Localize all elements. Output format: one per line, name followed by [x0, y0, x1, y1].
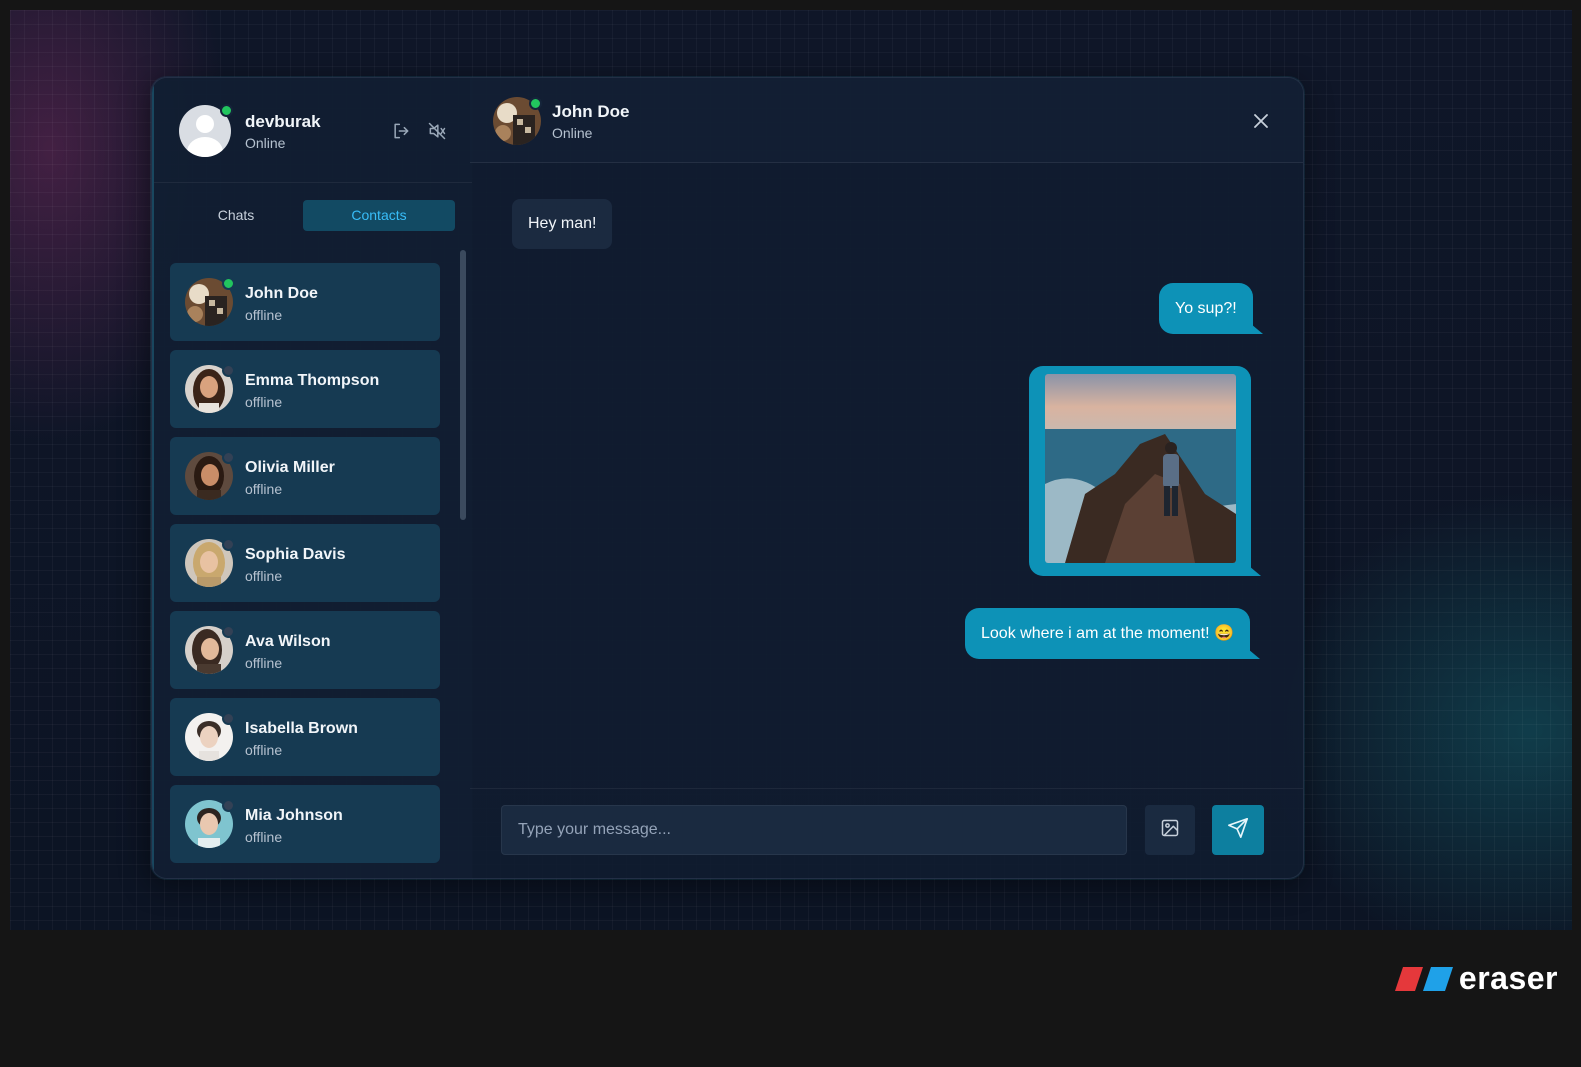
- contact-status: offline: [245, 829, 283, 845]
- contact-status: offline: [245, 481, 283, 497]
- contact-status: offline: [245, 655, 283, 671]
- offline-status-dot: [222, 712, 235, 725]
- contact-list: John Doe offline Emma Thompson offline O…: [170, 263, 442, 878]
- volume-off-icon[interactable]: [425, 119, 449, 143]
- message-outgoing: Yo sup?!: [1159, 283, 1263, 334]
- contact-item-mia-johnson[interactable]: Mia Johnson offline: [170, 785, 440, 863]
- chat-contact-name: John Doe: [552, 102, 630, 121]
- contact-item-isabella-brown[interactable]: Isabella Brown offline: [170, 698, 440, 776]
- contact-item-emma-thompson[interactable]: Emma Thompson offline: [170, 350, 440, 428]
- contact-item-john-doe[interactable]: John Doe offline: [170, 263, 440, 341]
- brand-watermark: eraser: [1394, 960, 1558, 997]
- current-user-name: devburak: [245, 112, 321, 131]
- tab-contacts[interactable]: Contacts: [303, 200, 455, 231]
- contact-list-scrollbar[interactable]: [460, 250, 466, 520]
- chat-app-window: devburak Online Chats Contacts John Doe …: [151, 77, 1304, 879]
- contact-name: John Doe: [245, 285, 318, 302]
- contact-status: offline: [245, 394, 283, 410]
- contact-name: Sophia Davis: [245, 546, 346, 563]
- contact-item-olivia-miller[interactable]: Olivia Miller offline: [170, 437, 440, 515]
- contact-name: Olivia Miller: [245, 459, 335, 476]
- tab-chats[interactable]: Chats: [167, 200, 305, 231]
- offline-status-dot: [222, 538, 235, 551]
- current-user-status: Online: [245, 135, 286, 151]
- offline-status-dot: [222, 625, 235, 638]
- online-status-dot: [222, 277, 235, 290]
- send-button[interactable]: [1212, 805, 1264, 855]
- close-icon[interactable]: [1249, 109, 1273, 133]
- chat-header: John Doe Online: [470, 78, 1303, 163]
- contact-status: offline: [245, 742, 283, 758]
- contact-item-ava-wilson[interactable]: Ava Wilson offline: [170, 611, 440, 689]
- shared-photo[interactable]: [1045, 374, 1236, 563]
- contact-status: offline: [245, 568, 283, 584]
- offline-status-dot: [222, 451, 235, 464]
- contact-name: Emma Thompson: [245, 372, 380, 389]
- chat-contact-status: Online: [552, 125, 593, 141]
- online-status-dot: [220, 104, 233, 117]
- message-outgoing: Look where i am at the moment! 😄: [965, 608, 1260, 659]
- offline-status-dot: [222, 364, 235, 377]
- chat-panel: John Doe Online Hey man! Yo sup?! Look w…: [470, 78, 1303, 878]
- contact-item-sophia-davis[interactable]: Sophia Davis offline: [170, 524, 440, 602]
- send-icon: [1227, 817, 1249, 844]
- current-user-panel: devburak Online: [154, 78, 472, 183]
- message-composer: [470, 788, 1303, 878]
- sidebar: devburak Online Chats Contacts John Doe …: [152, 78, 472, 878]
- brand-name: eraser: [1458, 960, 1558, 996]
- offline-status-dot: [222, 799, 235, 812]
- image-icon: [1160, 818, 1180, 843]
- logout-icon[interactable]: [389, 119, 413, 143]
- eraser-logo-icon: [1394, 966, 1453, 991]
- contact-name: Isabella Brown: [245, 720, 358, 737]
- message-outgoing-image[interactable]: [1029, 366, 1261, 576]
- message-input[interactable]: [501, 805, 1127, 855]
- attach-image-button[interactable]: [1145, 805, 1195, 855]
- contact-status: offline: [245, 307, 283, 323]
- contact-name: Mia Johnson: [245, 807, 343, 824]
- contact-name: Ava Wilson: [245, 633, 331, 650]
- sidebar-tabs: Chats Contacts: [154, 182, 472, 248]
- online-status-dot: [529, 97, 542, 110]
- message-incoming: Hey man!: [512, 199, 613, 249]
